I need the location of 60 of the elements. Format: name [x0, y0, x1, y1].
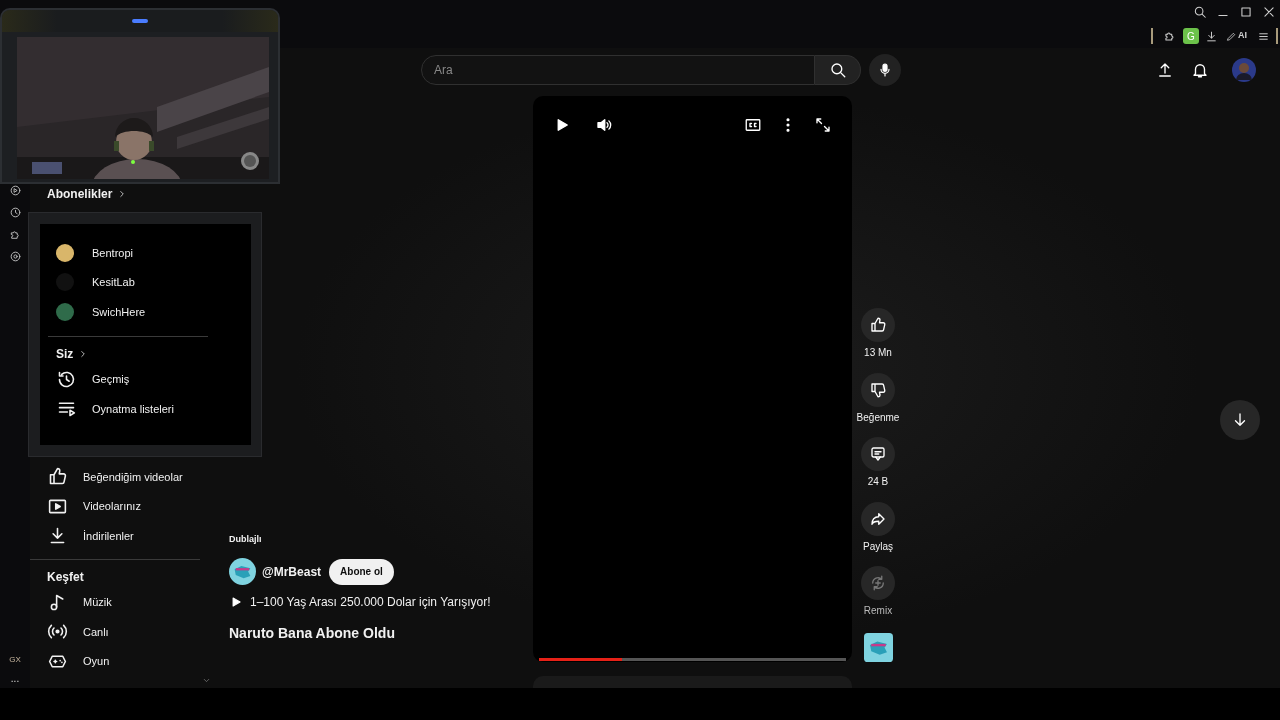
chevron-down-icon[interactable]: [202, 676, 211, 685]
sidebar-item[interactable]: Canlı: [39, 617, 215, 647]
dubbed-label: Dublajlı: [229, 532, 263, 546]
short-title: Naruto Bana Abone Oldu: [229, 624, 396, 643]
action-label: Beğenme: [856, 410, 900, 425]
more-button[interactable]: ...: [10, 674, 20, 684]
like-icon: [869, 316, 887, 334]
bell-icon[interactable]: [1191, 61, 1209, 79]
search-icon[interactable]: [1193, 5, 1207, 19]
dislike-icon: [869, 380, 887, 399]
share-button[interactable]: [861, 501, 895, 536]
like-button[interactable]: [861, 308, 895, 342]
sidebar-item[interactable]: Oynatma listeleri: [48, 394, 251, 424]
sidebar-item[interactable]: Videolarınız: [39, 491, 215, 521]
upload-icon[interactable]: [1156, 61, 1174, 79]
sidebar-item[interactable]: SwichHere: [48, 297, 251, 327]
sidebar-item[interactable]: Oyun: [39, 646, 215, 676]
section-title[interactable]: Keşfet: [30, 565, 215, 588]
channel-avatar[interactable]: [863, 632, 893, 662]
gx-label[interactable]: GX: [9, 654, 21, 666]
linked-video[interactable]: 1–100 Yaş Arası 250.000 Dolar için Yarışıyor!: [229, 593, 533, 611]
next-button[interactable]: [1220, 400, 1260, 440]
sidebar-item[interactable]: KesitLab: [48, 267, 251, 297]
search-icon: [828, 61, 847, 79]
sidebar-item[interactable]: Müzik: [39, 587, 215, 617]
captions-icon[interactable]: [744, 116, 762, 134]
close-icon[interactable]: [1262, 5, 1276, 19]
gear-icon[interactable]: [8, 250, 22, 263]
subscribe-button[interactable]: Abone ol: [329, 558, 394, 585]
pencil-icon: [1226, 30, 1237, 42]
avatar[interactable]: [1232, 58, 1256, 82]
dislike-button[interactable]: [861, 372, 895, 407]
channel-avatar[interactable]: [229, 558, 256, 585]
clock-icon[interactable]: [8, 206, 22, 219]
puzzle-icon[interactable]: [8, 228, 22, 241]
search-button[interactable]: [815, 55, 861, 85]
ai-button[interactable]: AI: [1226, 29, 1247, 43]
sidebar-item[interactable]: Beğendiğim videolar: [39, 462, 215, 492]
comment-button[interactable]: [861, 437, 895, 471]
action-label: Remix: [863, 604, 893, 618]
maximize-icon[interactable]: [1239, 5, 1253, 19]
comment-icon: [869, 445, 887, 463]
section-title[interactable]: Siz: [40, 342, 251, 365]
section-title[interactable]: Abonelikler: [30, 183, 215, 205]
download-icon[interactable]: [1205, 29, 1218, 43]
sidebar-item[interactable]: Bentropi: [48, 238, 251, 268]
remix-icon: [869, 574, 887, 592]
search-field[interactable]: Ara: [421, 55, 815, 85]
microphone-icon: [877, 62, 893, 78]
play-circle-icon[interactable]: [8, 184, 22, 197]
sidebar-item[interactable]: Geçmiş: [48, 364, 251, 394]
action-label: 24 B: [867, 475, 889, 489]
volume-icon[interactable]: [595, 116, 613, 134]
action-label: Paylaş: [863, 539, 893, 554]
voice-search-button[interactable]: [869, 54, 901, 86]
action-label: 13 Mn: [864, 346, 892, 360]
sidebar-item[interactable]: İndirilenler: [39, 521, 215, 551]
fullscreen-icon[interactable]: [814, 116, 832, 134]
play-icon: [229, 595, 243, 609]
channel-name[interactable]: @MrBeast: [262, 562, 322, 581]
